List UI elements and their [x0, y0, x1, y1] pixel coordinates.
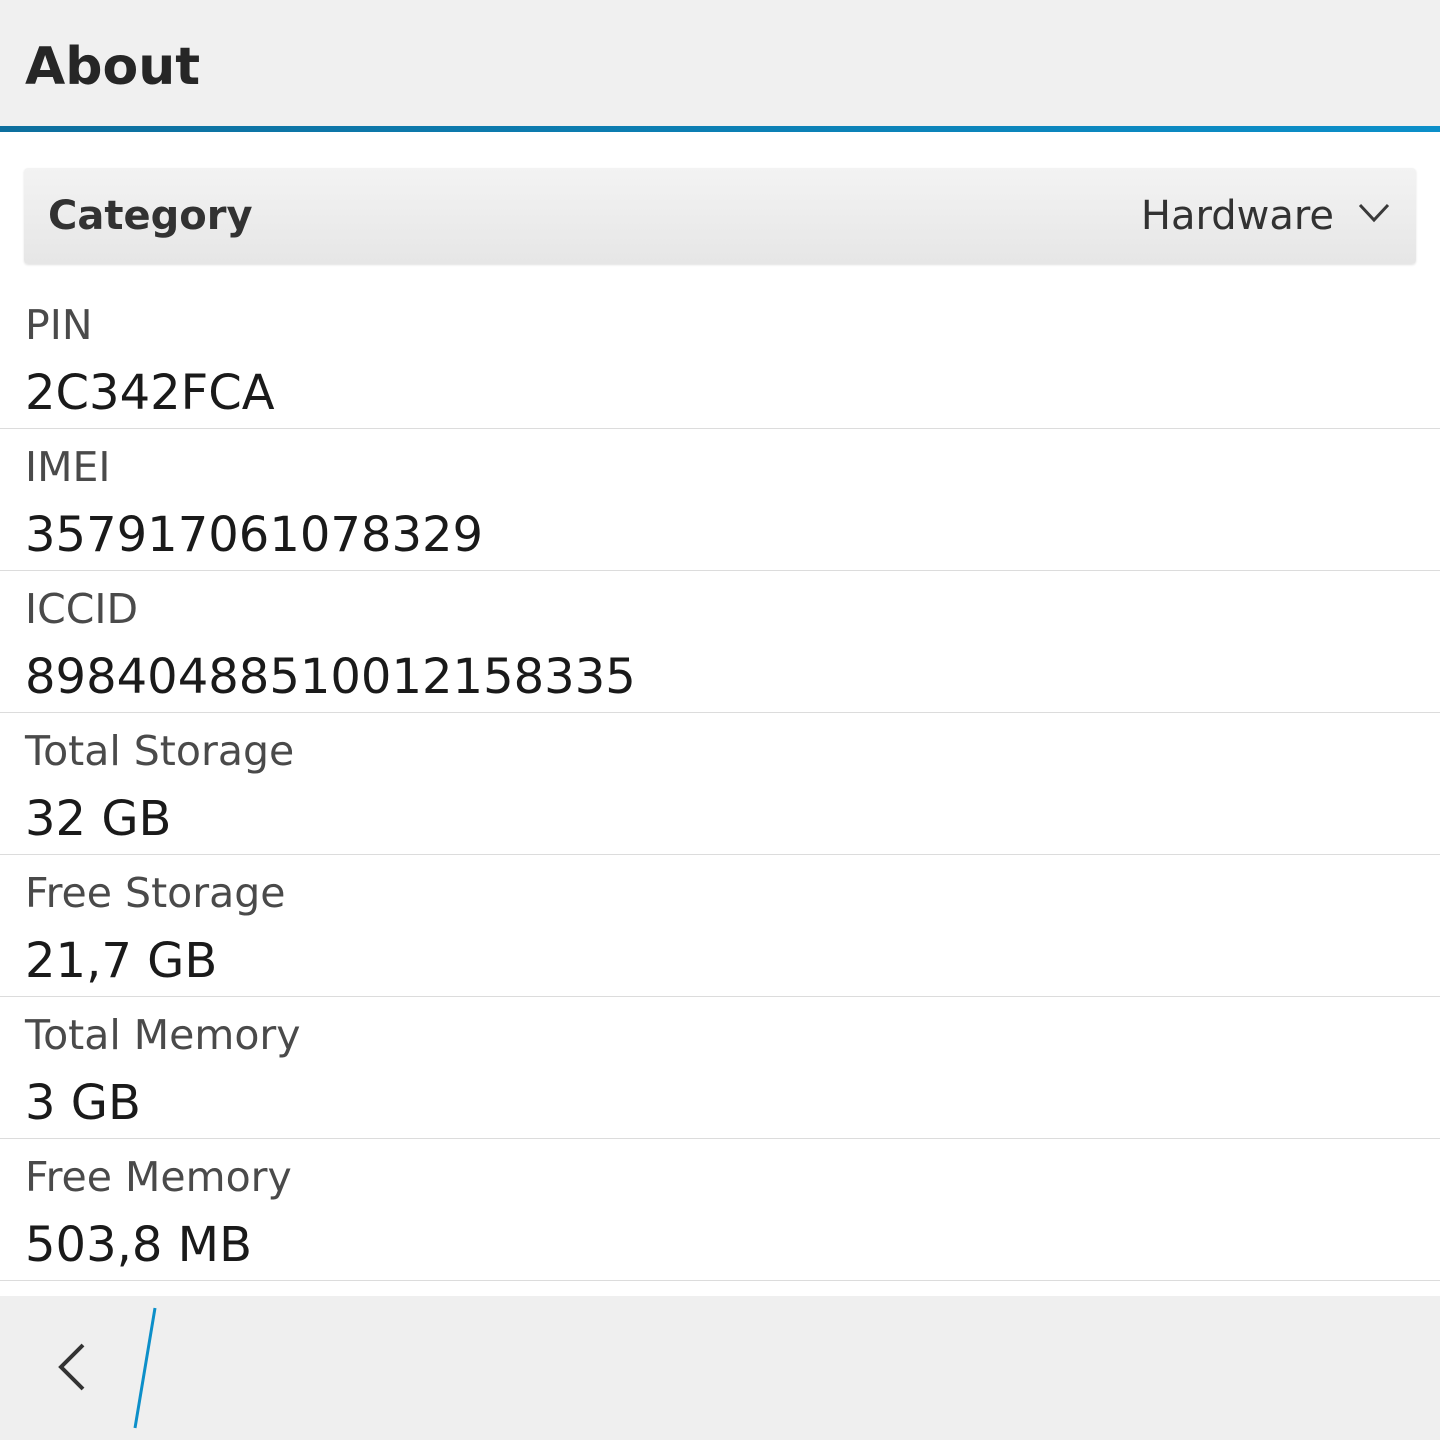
list-item-label: Total Storage [25, 727, 295, 775]
list-item-value: 3 GB [25, 1075, 141, 1131]
list-item-label: Free Memory [25, 1153, 292, 1201]
list-item-iccid: ICCID 89840488510012158335 [0, 571, 1440, 713]
list-item-label: Total Memory [25, 1011, 301, 1059]
list-item-total-storage: Total Storage 32 GB [0, 713, 1440, 855]
category-selected-value: Hardware [1140, 193, 1334, 239]
back-divider [133, 1307, 157, 1429]
list-item-value: 357917061078329 [25, 507, 484, 563]
list-item-value: 89840488510012158335 [25, 649, 636, 705]
list-item-total-memory: Total Memory 3 GB [0, 997, 1440, 1139]
list-item-value: 32 GB [25, 791, 172, 847]
list-item-pin: PIN 2C342FCA [0, 287, 1440, 429]
list-item-value: 21,7 GB [25, 933, 218, 989]
category-dropdown[interactable]: Category Hardware [24, 168, 1416, 264]
chevron-left-icon [58, 1343, 85, 1391]
list-item-free-memory: Free Memory 503,8 MB [0, 1139, 1440, 1281]
list-item-value: 2C342FCA [25, 365, 275, 421]
page-title: About [25, 37, 201, 97]
category-label: Category [48, 193, 253, 239]
title-accent-line [0, 126, 1440, 132]
list-item-label: ICCID [25, 585, 139, 633]
back-button[interactable] [30, 1322, 120, 1412]
list-item-value: 503,8 MB [25, 1217, 253, 1273]
list-item-label: IMEI [25, 443, 111, 491]
action-bar [0, 1296, 1440, 1440]
title-bar: About [0, 0, 1440, 126]
info-list: PIN 2C342FCA IMEI 357917061078329 ICCID … [0, 287, 1440, 1281]
list-item-imei: IMEI 357917061078329 [0, 429, 1440, 571]
chevron-down-icon [1358, 203, 1390, 223]
list-item-free-storage: Free Storage 21,7 GB [0, 855, 1440, 997]
list-item-label: PIN [25, 301, 93, 349]
list-item-label: Free Storage [25, 869, 286, 917]
